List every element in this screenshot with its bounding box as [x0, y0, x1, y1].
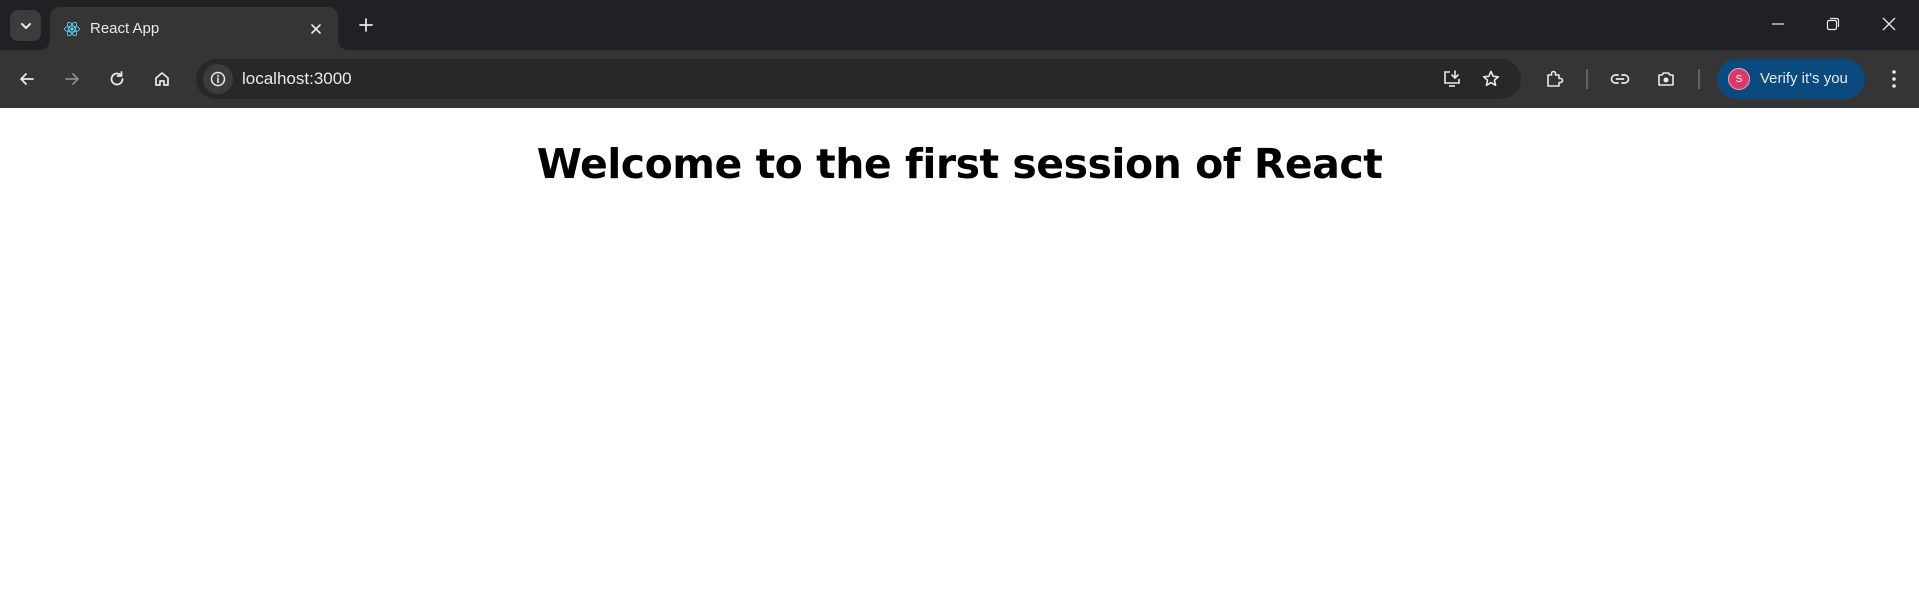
arrow-left-icon — [20, 73, 34, 85]
close-window-button[interactable] — [1866, 5, 1912, 43]
avatar: S — [1728, 68, 1750, 90]
reload-icon — [110, 71, 124, 86]
home-button[interactable] — [145, 62, 179, 96]
plus-icon — [359, 18, 373, 32]
tab-strip: React App — [0, 0, 1919, 50]
install-app-button[interactable] — [1437, 64, 1467, 94]
tab-close-button[interactable] — [305, 18, 327, 40]
arrow-right-icon — [65, 73, 79, 85]
back-button[interactable] — [10, 62, 44, 96]
link-icon — [1610, 74, 1630, 84]
browser-menu-button[interactable] — [1877, 62, 1911, 96]
tab-title: React App — [90, 20, 160, 37]
puzzle-icon — [1547, 70, 1564, 87]
site-info-button[interactable] — [203, 64, 233, 94]
extensions-button[interactable] — [1537, 62, 1571, 96]
camera-icon — [1658, 72, 1674, 86]
screenshot-button[interactable] — [1649, 62, 1683, 96]
tab-react-app[interactable]: React App — [50, 7, 338, 50]
new-tab-button[interactable] — [352, 11, 380, 39]
page-viewport: Welcome to the first session of React — [0, 108, 1919, 591]
close-icon — [1882, 17, 1896, 31]
minimize-icon — [1772, 23, 1784, 25]
close-icon — [311, 24, 321, 34]
chevron-down-icon — [20, 22, 31, 29]
more-vertical-icon — [1892, 70, 1896, 88]
toolbar-divider — [1698, 69, 1700, 89]
reload-button[interactable] — [100, 62, 134, 96]
toolbar-divider — [1586, 69, 1588, 89]
restore-icon — [1826, 17, 1840, 31]
restore-button[interactable] — [1810, 5, 1856, 43]
install-app-icon — [1444, 70, 1460, 87]
copy-link-button[interactable] — [1603, 62, 1637, 96]
info-icon — [210, 71, 226, 87]
tab-search-button[interactable] — [10, 10, 41, 41]
bookmark-button[interactable] — [1476, 64, 1506, 94]
react-logo-icon — [64, 21, 80, 37]
url-text[interactable]: localhost:3000 — [242, 69, 352, 89]
browser-toolbar: localhost:3000 S Verify it's you — [0, 50, 1919, 108]
profile-verify-button[interactable]: S Verify it's you — [1717, 59, 1865, 99]
forward-button[interactable] — [55, 62, 89, 96]
star-icon — [1482, 70, 1500, 87]
page-heading: Welcome to the first session of React — [536, 140, 1383, 188]
home-icon — [155, 72, 169, 86]
verify-label: Verify it's you — [1760, 70, 1848, 87]
minimize-button[interactable] — [1755, 5, 1801, 43]
address-bar[interactable]: localhost:3000 — [196, 59, 1521, 99]
